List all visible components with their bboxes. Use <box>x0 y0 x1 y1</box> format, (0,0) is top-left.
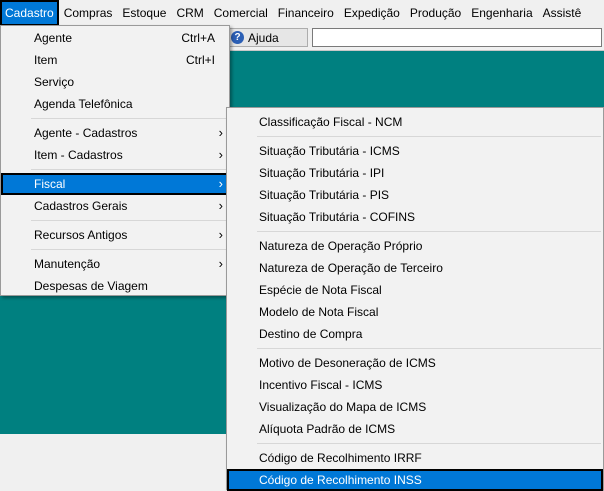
chevron-right-icon: › <box>218 198 223 213</box>
menu-item-agenda-telefonica[interactable]: Agenda Telefônica <box>1 93 229 115</box>
menubar-item-financeiro[interactable]: Financeiro <box>273 0 339 26</box>
menu-item-label: Agente - Cadastros <box>34 126 138 140</box>
menubar-item-compras[interactable]: Compras <box>59 0 118 26</box>
submenu-item-incentivo-fiscal-icms[interactable]: Incentivo Fiscal - ICMS <box>227 374 603 396</box>
shortcut-text: Ctrl+I <box>185 53 215 67</box>
submenu-item-natureza-de-operacao-de-terceiro[interactable]: Natureza de Operação de Terceiro <box>227 257 603 279</box>
menubar-item-cadastro[interactable]: Cadastro <box>0 0 59 26</box>
menubar-item-estoque[interactable]: Estoque <box>117 0 171 26</box>
menu-item-label: Agenda Telefônica <box>34 97 133 111</box>
submenu-item-codigo-de-recolhimento-inss[interactable]: Código de Recolhimento INSS <box>227 469 603 491</box>
menubar-item-crm[interactable]: CRM <box>171 0 208 26</box>
chevron-right-icon: › <box>218 227 223 242</box>
submenu-item-situacao-tributaria-icms[interactable]: Situação Tributária - ICMS <box>227 140 603 162</box>
menu-item-label: Recursos Antigos <box>34 228 128 242</box>
help-icon: ? <box>231 31 244 44</box>
submenu-item-modelo-de-nota-fiscal[interactable]: Modelo de Nota Fiscal <box>227 301 603 323</box>
shortcut-text: Ctrl+A <box>181 31 215 45</box>
menu-separator <box>31 118 227 119</box>
menu-separator <box>257 136 601 137</box>
menubar-item-comercial[interactable]: Comercial <box>209 0 273 26</box>
menu-separator <box>257 443 601 444</box>
menu-item-agente-cadastros[interactable]: Agente - Cadastros › <box>1 122 229 144</box>
menu-item-label: Fiscal <box>34 177 66 191</box>
menu-item-servico[interactable]: Serviço <box>1 71 229 93</box>
submenu-item-visualizacao-do-mapa-de-icms[interactable]: Visualização do Mapa de ICMS <box>227 396 603 418</box>
menu-separator <box>257 231 601 232</box>
fiscal-submenu: Classificação Fiscal - NCM Situação Tribu… <box>226 107 604 491</box>
chevron-right-icon: › <box>218 125 223 140</box>
submenu-item-destino-de-compra[interactable]: Destino de Compra <box>227 323 603 345</box>
menubar-item-engenharia[interactable]: Engenharia <box>466 0 537 26</box>
menu-item-item[interactable]: Item Ctrl+I <box>1 49 229 71</box>
menubar-item-assiste[interactable]: Assistê <box>538 0 587 26</box>
submenu-item-aliquota-padrao-de-icms[interactable]: Alíquota Padrão de ICMS <box>227 418 603 440</box>
menu-item-label: Serviço <box>34 75 75 89</box>
menu-item-item-cadastros[interactable]: Item - Cadastros › <box>1 144 229 166</box>
chevron-right-icon: › <box>218 256 223 271</box>
menu-separator <box>257 348 601 349</box>
chevron-right-icon: › <box>218 176 223 191</box>
submenu-item-situacao-tributaria-ipi[interactable]: Situação Tributária - IPI <box>227 162 603 184</box>
menu-separator <box>31 249 227 250</box>
toolbar-input[interactable] <box>312 28 602 47</box>
menu-item-label: Cadastros Gerais <box>34 199 128 213</box>
menu-item-label: Agente <box>34 31 73 45</box>
help-button[interactable]: ? Ajuda <box>228 28 308 47</box>
cadastro-menu: Agente Ctrl+A Item Ctrl+I Serviço Agenda Tele… <box>0 25 230 296</box>
menu-item-label: Item - Cadastros <box>34 148 123 162</box>
help-button-label: Ajuda <box>248 30 279 45</box>
submenu-item-classificacao-fiscal-ncm[interactable]: Classificação Fiscal - NCM <box>227 111 603 133</box>
submenu-item-codigo-de-recolhimento-irrf[interactable]: Código de Recolhimento IRRF <box>227 447 603 469</box>
submenu-item-natureza-de-operacao-proprio[interactable]: Natureza de Operação Próprio <box>227 235 603 257</box>
menu-item-despesas-de-viagem[interactable]: Despesas de Viagem <box>1 275 229 297</box>
menu-item-recursos-antigos[interactable]: Recursos Antigos › <box>1 224 229 246</box>
submenu-item-motivo-de-desoneracao-de-icms[interactable]: Motivo de Desoneração de ICMS <box>227 352 603 374</box>
menu-item-agente[interactable]: Agente Ctrl+A <box>1 27 229 49</box>
menubar-item-expedicao[interactable]: Expedição <box>339 0 405 26</box>
chevron-right-icon: › <box>218 147 223 162</box>
menu-item-label: Item <box>34 53 58 67</box>
submenu-item-situacao-tributaria-cofins[interactable]: Situação Tributária - COFINS <box>227 206 603 228</box>
menu-item-manutencao[interactable]: Manutenção › <box>1 253 229 275</box>
submenu-item-especie-de-nota-fiscal[interactable]: Espécie de Nota Fiscal <box>227 279 603 301</box>
menu-bar: Cadastro Compras Estoque CRM Comercial Financ… <box>0 0 604 26</box>
menu-separator <box>31 169 227 170</box>
menu-item-cadastros-gerais[interactable]: Cadastros Gerais › <box>1 195 229 217</box>
menubar-item-producao[interactable]: Produção <box>405 0 466 26</box>
menu-item-label: Manutenção <box>34 257 101 271</box>
submenu-item-situacao-tributaria-pis[interactable]: Situação Tributária - PIS <box>227 184 603 206</box>
menu-item-label: Despesas de Viagem <box>34 279 148 293</box>
menu-item-fiscal[interactable]: Fiscal › <box>1 173 229 195</box>
menu-separator <box>31 220 227 221</box>
